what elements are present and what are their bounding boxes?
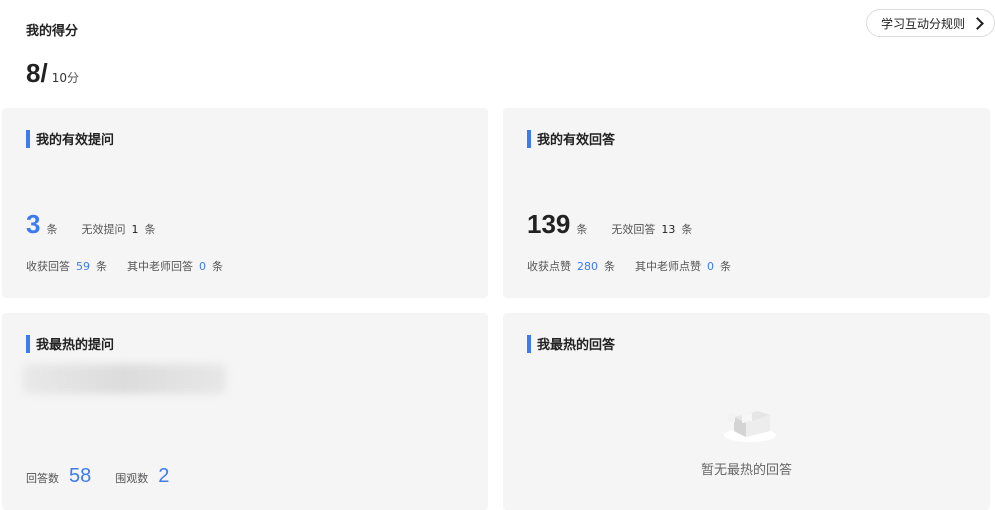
hottest-question-card: 我最热的提问 回答数 58 围观数 2 [2, 313, 488, 510]
valid-questions-card: 我的有效提问 3 条 无效提问 1 条 收获回答 59 条 其中老师回答 0 条 [2, 108, 488, 298]
accent-bar [527, 129, 531, 148]
score-unit: 分 [66, 71, 79, 85]
blurred-question-text[interactable] [22, 364, 226, 394]
card-title: 我的有效提问 [36, 133, 115, 148]
unit-label: 条 [576, 223, 588, 236]
invalid-answer-count: 13 [661, 223, 676, 236]
rules-button-label: 学习互动分规则 [880, 16, 965, 31]
received-likes-label: 收获点赞 [527, 260, 571, 273]
accent-bar [26, 334, 30, 353]
received-answers-count: 59 [76, 260, 90, 273]
valid-answers-card: 我的有效回答 139 条 无效回答 13 条 收获点赞 280 条 其中老师点赞… [503, 108, 990, 298]
unit-label: 条 [604, 260, 615, 273]
valid-question-count: 3 [26, 209, 41, 239]
teacher-answers-count: 0 [199, 260, 206, 273]
teacher-answers-label: 其中老师回答 [127, 260, 193, 273]
rules-button[interactable]: 学习互动分规则 [865, 9, 995, 37]
score-value: 8 [26, 58, 41, 88]
empty-box-icon [724, 411, 776, 442]
teacher-likes-label: 其中老师点赞 [635, 260, 701, 273]
accent-bar [26, 129, 30, 148]
unit-label: 条 [96, 260, 107, 273]
answer-count-label: 回答数 [26, 472, 59, 485]
view-count-label: 围观数 [115, 472, 149, 485]
card-title: 我最热的回答 [537, 338, 616, 353]
unit-label: 条 [720, 260, 731, 273]
received-likes-count: 280 [577, 260, 598, 273]
score-slash: / [40, 58, 48, 88]
chevron-right-icon [971, 16, 984, 30]
teacher-likes-count: 0 [707, 260, 714, 273]
answer-count-value: 58 [69, 465, 92, 487]
invalid-answer-label: 无效回答 [611, 223, 656, 236]
accent-bar [527, 334, 531, 353]
unit-label: 条 [212, 260, 223, 273]
page-title: 我的得分 [26, 24, 79, 39]
invalid-question-count: 1 [131, 223, 139, 236]
card-title: 我最热的提问 [36, 338, 115, 353]
unit-label: 条 [681, 223, 693, 236]
received-answers-label: 收获回答 [26, 260, 70, 273]
hottest-answer-card: 我最热的回答 暂无最热的回答 [503, 313, 990, 510]
view-count-value: 2 [158, 465, 170, 487]
score-display: 8 / 10 分 [26, 58, 79, 89]
unit-label: 条 [46, 223, 58, 236]
score-total: 10 [51, 71, 67, 85]
valid-answer-count: 139 [527, 209, 571, 239]
card-title: 我的有效回答 [537, 133, 616, 148]
empty-state-text: 暂无最热的回答 [700, 463, 792, 478]
unit-label: 条 [144, 223, 156, 236]
invalid-question-label: 无效提问 [81, 223, 126, 236]
